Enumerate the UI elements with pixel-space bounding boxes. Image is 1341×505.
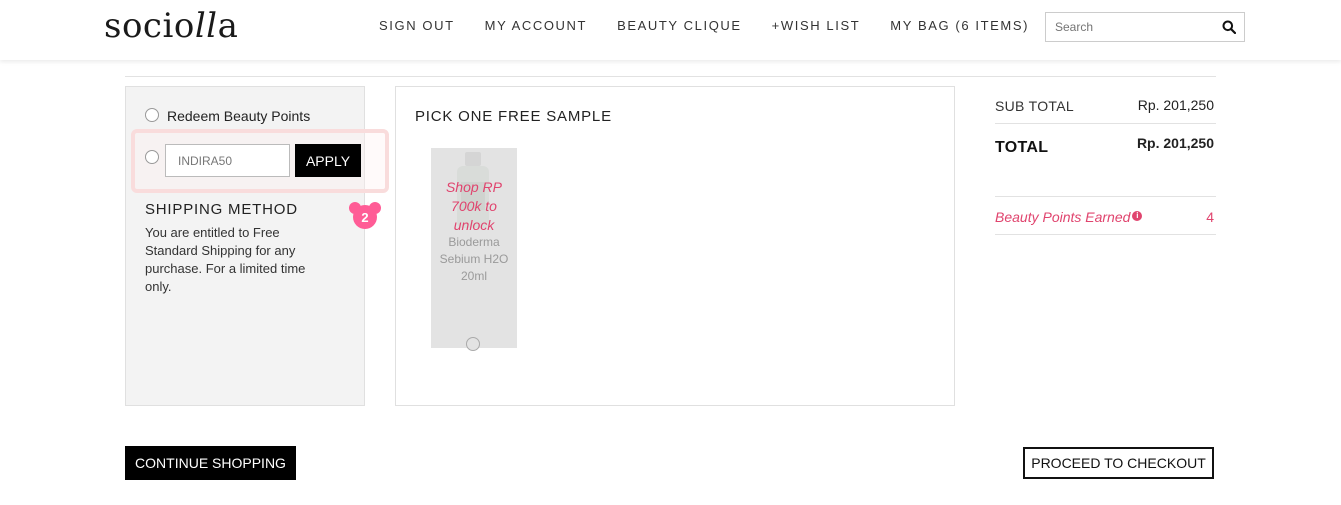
- search-box: [1045, 12, 1245, 42]
- divider: [995, 234, 1216, 235]
- sample-select-radio[interactable]: [466, 337, 480, 351]
- proceed-to-checkout-button[interactable]: PROCEED TO CHECKOUT: [1023, 447, 1214, 479]
- divider: [125, 76, 1216, 77]
- promo-code-radio[interactable]: [145, 150, 159, 164]
- shipping-method-title: SHIPPING METHOD: [145, 201, 298, 218]
- shipping-method-text: You are entitled to Free Standard Shippi…: [145, 225, 306, 294]
- main-nav: SIGN OUT MY ACCOUNT BEAUTY CLIQUE +WISH …: [379, 18, 1059, 33]
- logo-text-italic: ll: [194, 6, 218, 46]
- continue-shopping-button[interactable]: CONTINUE SHOPPING: [125, 446, 296, 480]
- free-sample-title: PICK ONE FREE SAMPLE: [415, 108, 612, 125]
- redeem-points-label: Redeem Beauty Points: [167, 108, 311, 124]
- free-sample-panel: PICK ONE FREE SAMPLE Shop RP 700k to unl…: [395, 86, 955, 406]
- nav-sign-out[interactable]: SIGN OUT: [379, 18, 455, 33]
- subtotal-value: Rp. 201,250: [1137, 97, 1214, 113]
- sociolla-logo[interactable]: sociolla: [104, 6, 238, 46]
- nav-my-account[interactable]: MY ACCOUNT: [485, 18, 587, 33]
- sample-card: Shop RP 700k to unlock Bioderma Sebium H…: [431, 148, 517, 351]
- nav-my-bag[interactable]: MY BAG (6 ITEMS): [890, 18, 1029, 33]
- divider: [995, 123, 1216, 124]
- total-value: Rp. 201,250: [1136, 135, 1214, 151]
- beauty-points-value: 4: [1206, 209, 1214, 225]
- search-icon[interactable]: [1222, 20, 1236, 34]
- sample-product-name: Bioderma Sebium H2O 20ml: [439, 235, 509, 283]
- divider: [995, 196, 1216, 197]
- total-label: TOTAL: [995, 139, 1049, 156]
- nav-wish-list[interactable]: +WISH LIST: [772, 18, 861, 33]
- beauty-points-label: Beauty Points Earned i: [995, 209, 1143, 225]
- nav-beauty-clique[interactable]: BEAUTY CLIQUE: [617, 18, 742, 33]
- beauty-points-text: Beauty Points Earned: [995, 209, 1131, 225]
- unlock-message: Shop RP 700k to unlock: [445, 179, 503, 233]
- logo-text-tail: a: [217, 6, 239, 46]
- promo-code-input[interactable]: [165, 144, 290, 177]
- step-badge-number: 2: [361, 210, 368, 225]
- search-input[interactable]: [1046, 13, 1211, 41]
- checkout-options-panel: Redeem Beauty Points APPLY 2 SHIPPING ME…: [125, 86, 389, 406]
- logo-text: socio: [104, 6, 195, 46]
- step-badge-icon: 2: [349, 202, 381, 229]
- info-icon[interactable]: i: [1132, 211, 1143, 221]
- apply-button[interactable]: APPLY: [295, 144, 361, 177]
- site-header: sociolla SIGN OUT MY ACCOUNT BEAUTY CLIQ…: [0, 0, 1341, 60]
- redeem-points-radio[interactable]: [145, 108, 159, 122]
- subtotal-label: SUB TOTAL: [995, 98, 1074, 114]
